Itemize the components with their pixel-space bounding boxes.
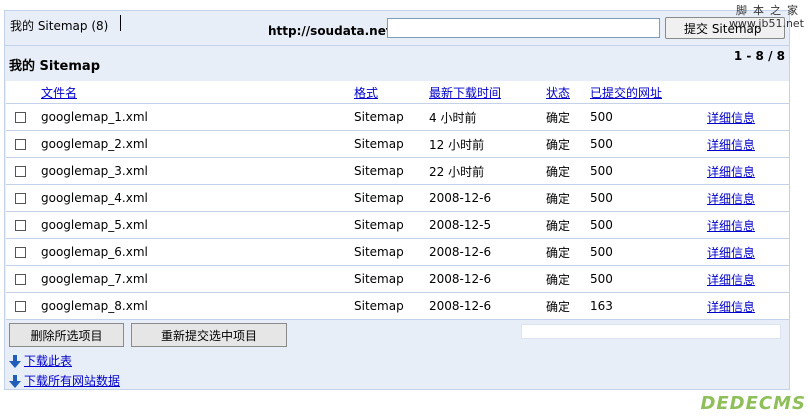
table-row: googlemap_6.xml Sitemap 2008-12-6 确定 500… — [6, 238, 789, 266]
table-row: googlemap_1.xml Sitemap 4 小时前 确定 500 详细信… — [6, 103, 789, 131]
cell-downloaded: 2008-12-6 — [429, 265, 546, 293]
cell-submitted-urls: 500 — [590, 184, 707, 212]
sitemap-panel: 我的 Sitemap (8) http://soudata.net/ 提交 Si… — [4, 10, 790, 390]
cell-format: Sitemap — [354, 103, 429, 131]
cell-downloaded: 2008-12-6 — [429, 238, 546, 266]
row-checkbox[interactable] — [15, 193, 26, 204]
column-header-downloaded[interactable]: 最新下载时间 — [429, 81, 546, 104]
cell-format: Sitemap — [354, 238, 429, 266]
watermark-site-name: 脚本之家 — [736, 4, 804, 17]
cell-downloaded: 2008-12-6 — [429, 292, 546, 320]
column-header-format[interactable]: 格式 — [354, 81, 429, 104]
row-checkbox[interactable] — [15, 301, 26, 312]
cell-format: Sitemap — [354, 211, 429, 239]
cell-submitted-urls: 500 — [590, 157, 707, 185]
pagination-count: 1 - 8 / 8 — [733, 49, 785, 63]
header-select-cell — [6, 81, 41, 104]
down-arrow-icon — [9, 375, 21, 388]
cell-status: 确定 — [546, 211, 590, 239]
cell-filename: googlemap_5.xml — [41, 211, 354, 239]
cell-downloaded: 2008-12-6 — [429, 184, 546, 212]
header-detail-cell — [707, 81, 789, 104]
download-all-row: 下载所有网站数据 — [9, 372, 120, 389]
site-watermark: 脚本之家 www.jb51.net — [729, 4, 804, 30]
detail-link[interactable]: 详细信息 — [707, 246, 755, 260]
download-table-row: 下载此表 — [9, 352, 72, 369]
table-row: googlemap_2.xml Sitemap 12 小时前 确定 500 详细… — [6, 130, 789, 158]
resubmit-selected-button[interactable]: 重新提交选中项目 — [131, 323, 287, 347]
sitemap-url-input[interactable] — [387, 18, 660, 38]
sitemap-table: 文件名 格式 最新下载时间 状态 已提交的网址 googlemap_1.xml … — [6, 81, 789, 320]
column-header-submitted-urls[interactable]: 已提交的网址 — [590, 81, 707, 104]
cell-filename: googlemap_3.xml — [41, 157, 354, 185]
row-checkbox[interactable] — [15, 220, 26, 231]
site-url-prefix: http://soudata.net/ — [268, 24, 396, 38]
cell-downloaded: 22 小时前 — [429, 157, 546, 185]
row-checkbox[interactable] — [15, 112, 26, 123]
table-row: googlemap_8.xml Sitemap 2008-12-6 确定 163… — [6, 292, 789, 320]
detail-link[interactable]: 详细信息 — [707, 300, 755, 314]
row-checkbox[interactable] — [15, 274, 26, 285]
table-row: googlemap_3.xml Sitemap 22 小时前 确定 500 详细… — [6, 157, 789, 185]
column-header-filename[interactable]: 文件名 — [41, 81, 354, 104]
cell-format: Sitemap — [354, 157, 429, 185]
download-table-link[interactable]: 下载此表 — [24, 354, 72, 368]
sitemap-tab-title[interactable]: 我的 Sitemap (8) — [10, 17, 108, 34]
cell-filename: googlemap_4.xml — [41, 184, 354, 212]
cell-status: 确定 — [546, 184, 590, 212]
dedecms-logo: DEDECMS — [700, 393, 806, 414]
detail-link[interactable]: 详细信息 — [707, 138, 755, 152]
cell-format: Sitemap — [354, 130, 429, 158]
section-title: 我的 Sitemap — [9, 59, 101, 74]
down-arrow-icon — [9, 355, 21, 368]
cell-filename: googlemap_1.xml — [41, 103, 354, 131]
cell-submitted-urls: 500 — [590, 130, 707, 158]
delete-selected-button[interactable]: 删除所选项目 — [9, 323, 124, 347]
cell-downloaded: 2008-12-5 — [429, 211, 546, 239]
cell-status: 确定 — [546, 103, 590, 131]
watermark-site-url: www.jb51.net — [728, 17, 804, 30]
cell-format: Sitemap — [354, 265, 429, 293]
row-checkbox[interactable] — [15, 139, 26, 150]
cell-status: 确定 — [546, 265, 590, 293]
cell-downloaded: 4 小时前 — [429, 103, 546, 131]
detail-link[interactable]: 详细信息 — [707, 192, 755, 206]
table-row: googlemap_7.xml Sitemap 2008-12-6 确定 500… — [6, 265, 789, 293]
detail-link[interactable]: 详细信息 — [707, 273, 755, 287]
top-bar: 我的 Sitemap (8) http://soudata.net/ 提交 Si… — [5, 11, 789, 46]
detail-link[interactable]: 详细信息 — [707, 219, 755, 233]
cell-status: 确定 — [546, 130, 590, 158]
cell-filename: googlemap_7.xml — [41, 265, 354, 293]
cell-filename: googlemap_6.xml — [41, 238, 354, 266]
column-header-status[interactable]: 状态 — [546, 81, 590, 104]
table-header-row: 文件名 格式 最新下载时间 状态 已提交的网址 — [6, 81, 789, 104]
detail-link[interactable]: 详细信息 — [707, 165, 755, 179]
empty-status-box — [521, 324, 781, 339]
detail-link[interactable]: 详细信息 — [707, 111, 755, 125]
cell-filename: googlemap_8.xml — [41, 292, 354, 320]
table-row: googlemap_4.xml Sitemap 2008-12-6 确定 500… — [6, 184, 789, 212]
cell-downloaded: 12 小时前 — [429, 130, 546, 158]
cell-filename: googlemap_2.xml — [41, 130, 354, 158]
cell-status: 确定 — [546, 157, 590, 185]
cell-format: Sitemap — [354, 292, 429, 320]
cell-status: 确定 — [546, 238, 590, 266]
table-row: googlemap_5.xml Sitemap 2008-12-5 确定 500… — [6, 211, 789, 239]
cell-submitted-urls: 500 — [590, 211, 707, 239]
cell-submitted-urls: 163 — [590, 292, 707, 320]
download-all-data-link[interactable]: 下载所有网站数据 — [24, 374, 120, 388]
row-checkbox[interactable] — [15, 247, 26, 258]
row-checkbox[interactable] — [15, 166, 26, 177]
tab-separator — [120, 15, 121, 31]
cell-submitted-urls: 500 — [590, 238, 707, 266]
cell-submitted-urls: 500 — [590, 265, 707, 293]
cell-submitted-urls: 500 — [590, 103, 707, 131]
cell-format: Sitemap — [354, 184, 429, 212]
cell-status: 确定 — [546, 292, 590, 320]
